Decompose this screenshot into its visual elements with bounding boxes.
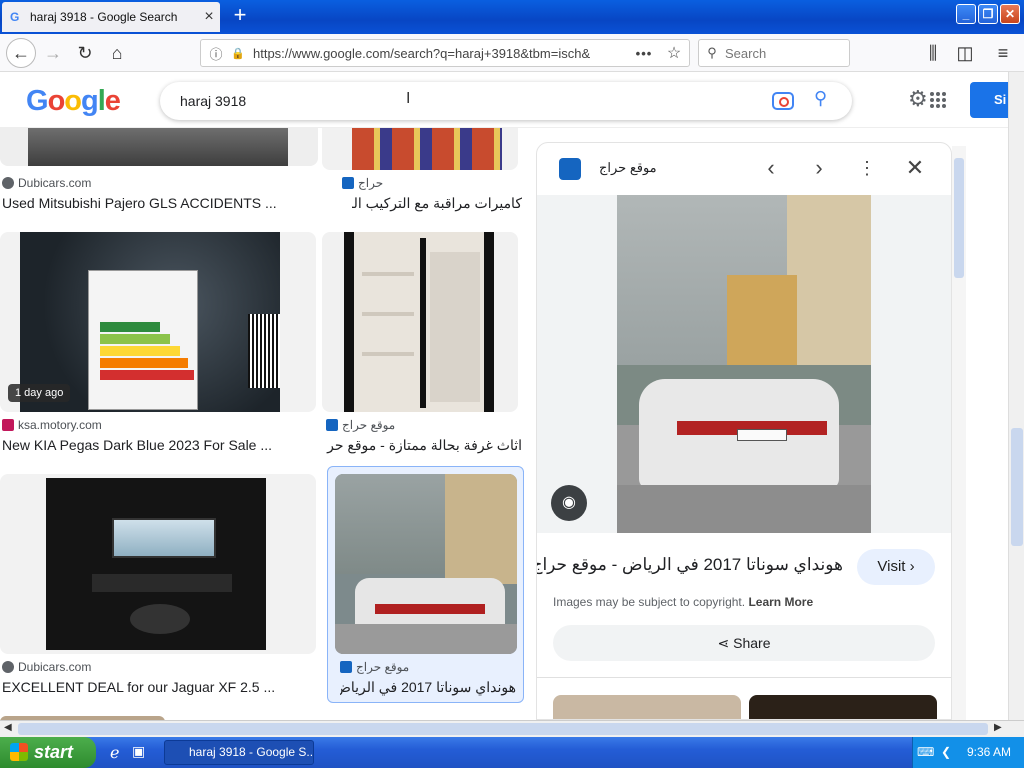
result-image-furniture[interactable]: [322, 232, 518, 412]
result-image-cameras[interactable]: [322, 128, 518, 170]
lens-camera-icon[interactable]: [772, 92, 794, 110]
sidebar-icon[interactable]: ◫: [952, 40, 978, 66]
info-icon[interactable]: ⓘ: [201, 44, 231, 63]
result-title[interactable]: هونداي سوناتا 2017 في الرياض - ...: [340, 679, 516, 696]
bookmark-star-icon[interactable]: ☆: [659, 43, 689, 63]
lens-search-icon[interactable]: ◉: [551, 485, 587, 521]
related-image[interactable]: [749, 695, 937, 719]
page-actions-icon[interactable]: •••: [629, 46, 659, 61]
haraj-logo-icon: [559, 158, 581, 180]
haraj-favicon-icon: [342, 177, 354, 189]
browser-search-field[interactable]: ⚲ Search: [698, 39, 850, 67]
settings-gear-icon[interactable]: ⚙: [908, 86, 928, 112]
result-source: موقع حراج: [326, 418, 395, 432]
minimize-button[interactable]: _: [956, 4, 976, 24]
result-source: حراج: [342, 176, 383, 190]
scroll-right-icon[interactable]: ▶: [994, 722, 1002, 733]
share-icon: ⋖: [717, 635, 730, 651]
back-button[interactable]: ←: [6, 38, 36, 68]
google-header: Google haraj 3918 I ⚲: [0, 72, 1010, 128]
tab-close-icon[interactable]: ×: [198, 8, 220, 26]
reload-button[interactable]: ↻: [72, 40, 98, 66]
google-search-icon[interactable]: ⚲: [814, 88, 827, 109]
previous-icon[interactable]: ‹: [759, 157, 783, 181]
window-title-bar: G haraj 3918 - Google Search × + _ ❐ ✕: [0, 0, 1024, 34]
share-button[interactable]: ⋖ Share: [553, 625, 935, 661]
url-bar[interactable]: ⓘ 🔒 https://www.google.com/search?q=hara…: [200, 39, 690, 67]
visit-button[interactable]: Visit ›: [857, 549, 935, 585]
scroll-left-icon[interactable]: ◀: [4, 722, 12, 733]
result-image-kia[interactable]: 1 day ago: [0, 232, 316, 412]
result-title[interactable]: كاميرات مراقبة مع التركيب الريا...: [352, 195, 522, 212]
result-title[interactable]: EXCELLENT DEAL for our Jaguar XF 2.5 ...: [2, 679, 292, 695]
close-icon[interactable]: ✕: [903, 157, 927, 181]
google-search-box[interactable]: haraj 3918 I: [160, 82, 852, 120]
result-image-sonata[interactable]: [335, 474, 517, 654]
result-source: Dubicars.com: [2, 176, 91, 190]
preview-image-area: ◉: [537, 195, 951, 533]
search-icon: ⚲: [707, 45, 717, 60]
learn-more-link[interactable]: Learn More: [748, 595, 813, 609]
search-query[interactable]: haraj 3918: [180, 93, 246, 109]
dubicars-favicon-icon: [2, 177, 14, 189]
apps-grid-icon[interactable]: [930, 92, 946, 108]
result-source: ksa.motory.com: [2, 418, 102, 432]
more-options-icon[interactable]: ⋮: [855, 157, 879, 181]
result-source: موقع حراج: [340, 660, 409, 674]
result-image-jaguar[interactable]: [0, 474, 316, 654]
page-horizontal-scrollbar[interactable]: ◀ ▶: [0, 720, 1024, 737]
taskbar-browser-item[interactable]: haraj 3918 - Google S...: [164, 740, 314, 765]
result-title[interactable]: اثاث غرفة بحالة ممتازة - موقع حراج: [326, 437, 522, 454]
windows-logo-icon: [10, 743, 28, 761]
tab-title: haraj 3918 - Google Search: [30, 10, 178, 24]
clock[interactable]: 9:36 AM: [967, 737, 1011, 768]
time-badge: 1 day ago: [8, 384, 71, 402]
library-icon[interactable]: ⫼: [920, 40, 946, 66]
search-placeholder: Search: [725, 45, 767, 61]
preview-image[interactable]: [617, 195, 871, 533]
result-title[interactable]: New KIA Pegas Dark Blue 2023 For Sale ..…: [2, 437, 292, 453]
related-image[interactable]: [553, 695, 741, 719]
url-text[interactable]: https://www.google.com/search?q=haraj+39…: [247, 46, 629, 61]
result-image-pajero[interactable]: [0, 128, 318, 166]
menu-icon[interactable]: ≡: [990, 40, 1016, 66]
desktop-quicklaunch-icon[interactable]: ▣: [132, 743, 145, 760]
image-preview-panel: موقع حراج ‹ › ⋮ ✕ ◉ هونداي سوناتا 2017 ف…: [536, 142, 952, 720]
windows-taskbar: start ℯ ▣ haraj 3918 - Google S... ⌨ ❮ 9…: [0, 737, 1024, 768]
text-cursor-icon: I: [406, 90, 411, 107]
motory-favicon-icon: [2, 419, 14, 431]
home-button[interactable]: ⌂: [104, 40, 130, 66]
maximize-button[interactable]: ❐: [978, 4, 998, 24]
haraj-favicon-icon: [326, 419, 338, 431]
google-favicon-icon: G: [10, 10, 20, 24]
lock-icon: 🔒: [231, 47, 245, 60]
browser-tab[interactable]: G haraj 3918 - Google Search ×: [2, 2, 220, 32]
dubicars-favicon-icon: [2, 661, 14, 673]
keyboard-icon[interactable]: ⌨: [917, 737, 934, 768]
sign-in-button[interactable]: Si: [970, 82, 1010, 118]
window-close-button[interactable]: ✕: [1000, 4, 1020, 24]
navigation-toolbar: ← → ↻ ⌂ ⓘ 🔒 https://www.google.com/searc…: [0, 34, 1024, 72]
panel-title[interactable]: هونداي سوناتا 2017 في الرياض - موقع حراج: [537, 555, 843, 575]
system-tray: ⌨ ❮ 9:36 AM: [912, 737, 1024, 768]
ie-quicklaunch-icon[interactable]: ℯ: [110, 743, 119, 763]
image-results-grid: Dubicars.com Used Mitsubishi Pajero GLS …: [0, 128, 530, 720]
panel-scrollbar[interactable]: [952, 146, 966, 720]
tray-expand-icon[interactable]: ❮: [941, 737, 951, 768]
copyright-note: Images may be subject to copyright. Lear…: [553, 595, 814, 609]
page-vertical-scrollbar[interactable]: [1008, 72, 1024, 720]
haraj-favicon-icon: [340, 661, 352, 673]
new-tab-button[interactable]: +: [228, 4, 252, 28]
next-icon[interactable]: ›: [807, 157, 831, 181]
google-logo[interactable]: Google: [26, 85, 121, 118]
result-title[interactable]: Used Mitsubishi Pajero GLS ACCIDENTS ...: [2, 195, 292, 211]
result-source: Dubicars.com: [2, 660, 91, 674]
forward-button[interactable]: →: [40, 40, 66, 66]
panel-site-name: موقع حراج: [599, 160, 657, 175]
